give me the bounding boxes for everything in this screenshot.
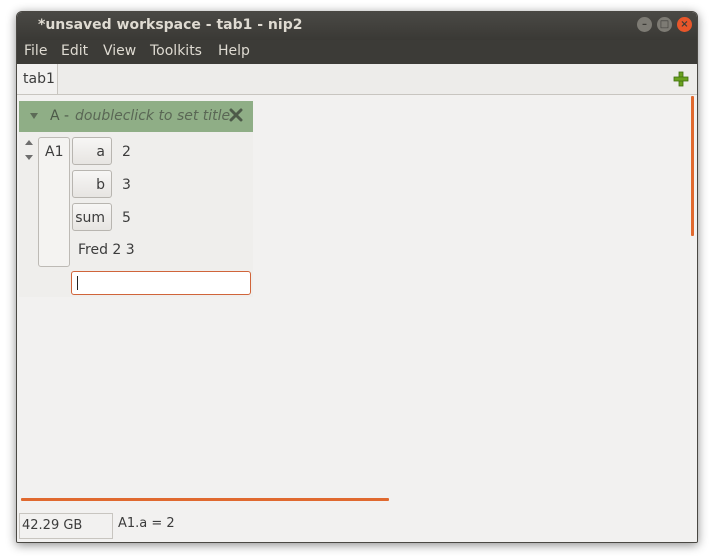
disk-free-status: 42.29 GB free bbox=[19, 513, 113, 539]
column-name: A - bbox=[50, 108, 70, 124]
menu-view[interactable]: View bbox=[103, 43, 136, 59]
member-a-value: 2 bbox=[122, 144, 131, 160]
member-sum-button[interactable]: sum bbox=[72, 203, 112, 231]
close-button[interactable]: × bbox=[677, 17, 692, 32]
title-bar[interactable]: *unsaved workspace - tab1 - nip2 – □ × bbox=[17, 12, 697, 40]
vertical-scrollbar[interactable] bbox=[691, 96, 694, 236]
tab-bar: tab1 bbox=[17, 64, 697, 95]
status-bar: 42.29 GB free A1.a = 2 bbox=[17, 511, 697, 542]
column-header[interactable]: A - doubleclick to set title bbox=[19, 101, 253, 132]
row-result: Fred 2 3 bbox=[78, 242, 135, 258]
window-title: *unsaved workspace - tab1 - nip2 bbox=[38, 17, 303, 33]
close-column-icon[interactable] bbox=[229, 107, 243, 123]
member-b-button[interactable]: b bbox=[72, 170, 112, 198]
text-cursor bbox=[77, 276, 78, 290]
menu-edit[interactable]: Edit bbox=[61, 43, 88, 59]
column-title[interactable]: doubleclick to set title bbox=[75, 108, 230, 124]
horizontal-scrollbar[interactable] bbox=[21, 498, 389, 501]
member-b-value: 3 bbox=[122, 177, 131, 193]
plus-icon[interactable] bbox=[673, 71, 689, 87]
maximize-button[interactable]: □ bbox=[657, 17, 672, 32]
menu-bar: File Edit View Toolkits Help bbox=[17, 40, 697, 64]
tab-tab1[interactable]: tab1 bbox=[17, 64, 58, 94]
expression-input[interactable] bbox=[71, 271, 251, 295]
status-message: A1.a = 2 bbox=[118, 516, 175, 531]
member-a-button[interactable]: a bbox=[72, 137, 112, 165]
member-sum-value: 5 bbox=[122, 210, 131, 226]
minimize-button[interactable]: – bbox=[637, 17, 652, 32]
row-name: A1 bbox=[45, 144, 64, 160]
app-window: *unsaved workspace - tab1 - nip2 – □ × F… bbox=[16, 11, 698, 543]
menu-toolkits[interactable]: Toolkits bbox=[150, 43, 202, 59]
collapse-arrow-icon[interactable] bbox=[30, 113, 38, 119]
workspace-column[interactable]: A - doubleclick to set title A1 a 2 b 3 … bbox=[19, 101, 253, 297]
menu-file[interactable]: File bbox=[24, 43, 47, 59]
up-down-arrows-icon[interactable] bbox=[25, 139, 33, 161]
menu-help[interactable]: Help bbox=[218, 43, 250, 59]
row-a1[interactable]: A1 bbox=[38, 137, 70, 267]
